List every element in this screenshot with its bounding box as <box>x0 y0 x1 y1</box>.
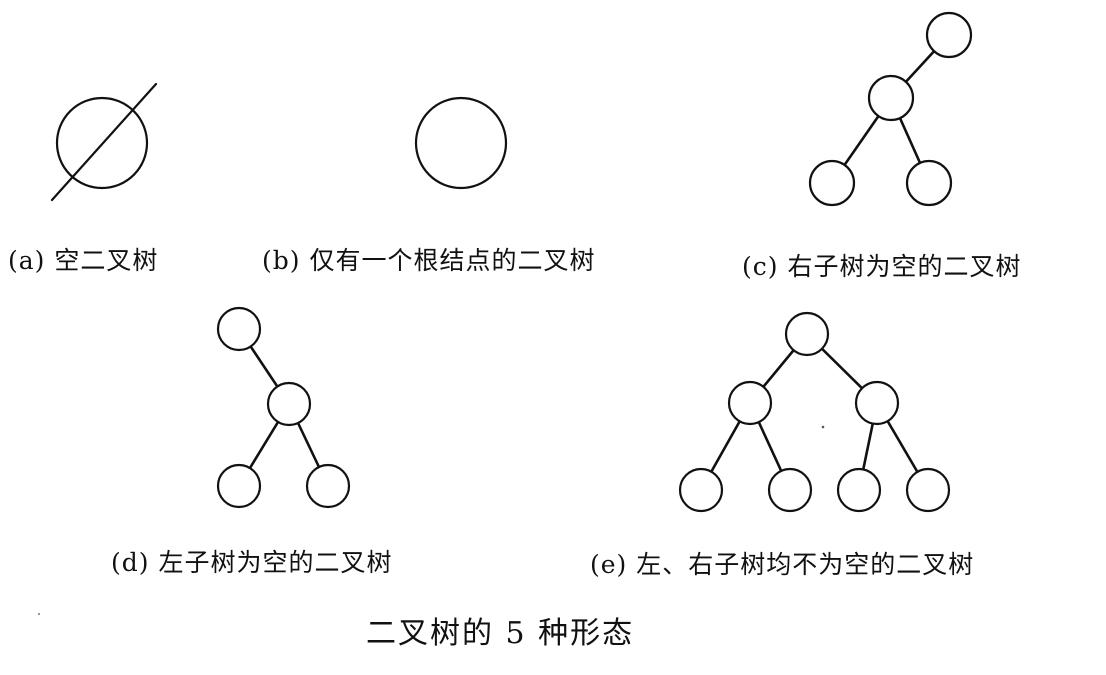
caption-e: (e) 左、右子树均不为空的二叉树 <box>590 550 975 579</box>
root-node <box>925 11 973 59</box>
panel-e-both-subtrees-nonempty <box>678 311 951 513</box>
root-node <box>216 306 262 352</box>
scan-speck <box>38 613 40 615</box>
root-node <box>414 96 508 190</box>
scan-speck <box>821 425 825 429</box>
right-child-node <box>854 380 900 426</box>
left-child-node <box>867 74 915 122</box>
figure-title: 二叉树的 5 种形态 <box>366 616 635 651</box>
right-child-node <box>266 381 312 427</box>
leaf-node <box>905 467 951 513</box>
leaf-node <box>305 463 351 509</box>
leaf-node <box>216 463 262 509</box>
leaf-node <box>836 467 882 513</box>
caption-d: (d) 左子树为空的二叉树 <box>111 548 393 577</box>
panel-a-empty-tree <box>50 82 158 202</box>
panel-d-left-subtree-empty <box>216 306 351 509</box>
left-child-node <box>727 380 773 426</box>
root-node <box>784 311 830 357</box>
panel-b-root-only <box>414 96 508 190</box>
panel-c-right-subtree-empty <box>808 11 973 207</box>
caption-c: (c) 右子树为空的二叉树 <box>742 252 1022 281</box>
leaf-node <box>767 467 813 513</box>
leaf-node <box>678 467 724 513</box>
caption-b: (b) 仅有一个根结点的二叉树 <box>262 246 596 275</box>
caption-a: (a) 空二叉树 <box>8 246 159 275</box>
leaf-node <box>808 159 856 207</box>
leaf-node <box>905 159 953 207</box>
